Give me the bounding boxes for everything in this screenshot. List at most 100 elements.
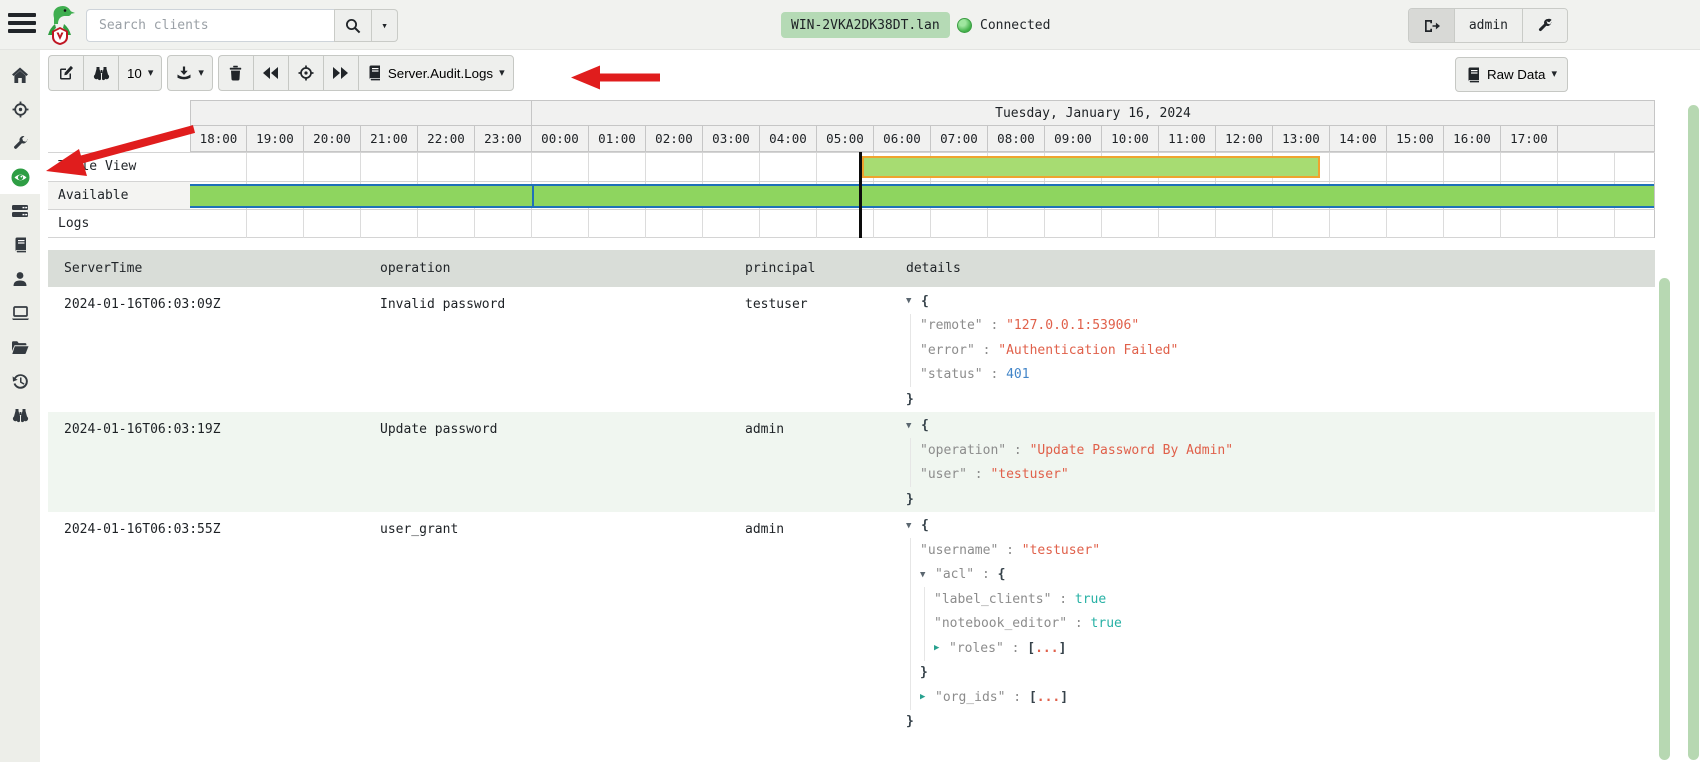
edit-notebook-button[interactable]	[48, 55, 83, 91]
timeline-tick: 04:00	[760, 125, 817, 152]
timeline-body[interactable]: Table View Available Logs	[48, 152, 1655, 238]
timeline-tick: 05:00	[817, 125, 874, 152]
column-header-operation[interactable]: operation	[380, 261, 745, 276]
connection-status-label: Connected	[980, 17, 1051, 33]
jump-forward-button[interactable]	[322, 55, 358, 91]
raw-data-label: Raw Data	[1486, 67, 1546, 82]
artifact-selector-label: Server.Audit.Logs	[387, 65, 494, 81]
timeline-tick: 21:00	[361, 125, 418, 152]
velociraptor-app: ▾ WIN-2VKA2DK38DT.lan Connected admin	[0, 0, 1700, 762]
timeline-tick: 08:00	[988, 125, 1045, 152]
chevron-down-icon: ▾	[198, 66, 204, 79]
json-collapse-icon[interactable]: ▼	[920, 570, 935, 580]
page-scrollbar[interactable]	[1688, 105, 1699, 760]
json-indent-guide	[906, 462, 920, 487]
timeline-tick: 18:00	[190, 125, 247, 152]
json-collapse-icon[interactable]: ▼	[906, 421, 921, 431]
cell-operation: Update password	[380, 421, 498, 437]
cell-server-time: 2024-01-16T06:03:55Z	[64, 521, 221, 537]
json-indent-guide	[906, 587, 920, 612]
json-key: "remote"	[920, 318, 983, 334]
timeline-row-grid[interactable]	[190, 181, 1655, 210]
table-row[interactable]: 2024-01-16T06:03:55Z user_grant admin ▼{"us…	[48, 511, 1655, 762]
settings-button[interactable]	[1523, 9, 1567, 42]
chevron-down-icon: ▾	[1551, 68, 1557, 80]
search-button[interactable]	[334, 9, 372, 42]
column-header-principal[interactable]: principal	[745, 261, 906, 276]
center-on-time-button[interactable]	[287, 55, 323, 91]
hamburger-menu-icon[interactable]	[8, 13, 36, 37]
timeline-cursor[interactable]	[859, 152, 863, 238]
json-line: }	[906, 660, 1655, 685]
json-line: ▶ "org_ids" : [...]	[906, 685, 1655, 710]
json-line: }	[906, 487, 1655, 512]
sidebar-item-notebooks[interactable]	[0, 228, 40, 262]
home-icon	[11, 67, 29, 84]
raw-data-dropdown[interactable]: Raw Data ▾	[1454, 57, 1568, 92]
rows-per-page-dropdown[interactable]: 10 ▾	[118, 55, 163, 91]
cell-details-json[interactable]: ▼{"operation" : "Update Password By Admi…	[906, 412, 1655, 512]
sidebar-item-users[interactable]	[0, 262, 40, 296]
cell-principal: admin	[745, 521, 785, 537]
download-dropdown[interactable]: ▾	[167, 55, 213, 91]
json-line: ▼{	[906, 414, 1655, 439]
timeline-tick: 23:00	[475, 125, 532, 152]
json-expand-icon[interactable]: ▶	[920, 692, 935, 702]
chevron-down-icon: ▾	[499, 66, 505, 79]
json-array-collapsed[interactable]: [	[1029, 690, 1037, 705]
json-key: "org_ids"	[935, 689, 1006, 705]
sidebar-item-client-flows[interactable]	[0, 364, 40, 398]
json-array-collapsed[interactable]: [	[1027, 641, 1035, 656]
json-collapse-icon[interactable]: ▼	[906, 296, 921, 306]
artifact-selector-dropdown[interactable]: Server.Audit.Logs ▾	[357, 55, 514, 91]
sidebar-item-virtual-filesystem[interactable]	[0, 330, 40, 364]
timeline-day-section: Tuesday, January 16, 2024	[532, 100, 1655, 125]
json-key: "acl"	[935, 567, 975, 583]
left-sidebar	[0, 50, 40, 762]
cell-server-time: 2024-01-16T06:03:09Z	[64, 297, 221, 312]
timeline-tick: 02:00	[646, 125, 703, 152]
json-line: "remote" : "127.0.0.1:53906"	[906, 313, 1655, 338]
search-options-dropdown[interactable]: ▾	[372, 9, 398, 42]
cell-details-json[interactable]: ▼{"username" : "testuser" ▼ "acl" : {"labe…	[906, 512, 1655, 762]
table-row[interactable]: 2024-01-16T06:03:19Z Update password admin…	[48, 411, 1655, 512]
sidebar-item-view-artifacts[interactable]	[0, 126, 40, 160]
sidebar-item-hunt-manager[interactable]	[0, 92, 40, 126]
sidebar-item-home[interactable]	[0, 58, 40, 92]
current-user-button[interactable]: admin	[1454, 9, 1523, 42]
sidebar-item-host-information[interactable]	[0, 296, 40, 330]
search-clients-input[interactable]	[86, 9, 334, 42]
client-search-group: ▾	[86, 9, 398, 42]
json-collapse-icon[interactable]: ▼	[906, 521, 921, 531]
connection-status: Connected	[957, 12, 1050, 38]
sidebar-item-server-events[interactable]	[0, 160, 40, 194]
column-header-servertime[interactable]: ServerTime	[64, 261, 380, 276]
event-timeline[interactable]: Tuesday, January 16, 2024 18:00 19:00 20:0…	[48, 100, 1655, 238]
timeline-tick: 13:00	[1273, 125, 1330, 152]
table-row[interactable]: 2024-01-16T06:03:09Z Invalid password test…	[48, 287, 1655, 412]
search-icon	[345, 18, 361, 34]
laptop-icon	[11, 305, 30, 321]
jump-backward-button[interactable]	[252, 55, 288, 91]
json-line: "operation" : "Update Password By Admin"	[906, 438, 1655, 463]
sidebar-item-search-hosts[interactable]	[0, 398, 40, 432]
timeline-tick: 03:00	[703, 125, 760, 152]
timeline-row-logs: Logs	[48, 209, 1655, 238]
timeline-tick: 14:00	[1330, 125, 1387, 152]
search-events-button[interactable]	[83, 55, 118, 91]
column-header-details[interactable]: details	[906, 261, 1655, 276]
timeline-row-grid[interactable]	[190, 210, 1655, 238]
json-value: true	[1074, 591, 1107, 607]
rows-per-page-value: 10	[127, 65, 142, 81]
hostname-text: WIN-2VKA2DK38DT.lan	[791, 17, 940, 33]
cell-details-json[interactable]: ▼{"remote" : "127.0.0.1:53906" "error" : …	[906, 287, 1655, 412]
sidebar-item-server-artifacts[interactable]	[0, 194, 40, 228]
table-scrollbar[interactable]	[1659, 278, 1670, 760]
timeline-bar-table-view[interactable]	[862, 156, 1320, 178]
logout-button[interactable]	[1408, 9, 1455, 42]
timeline-bar-available[interactable]	[190, 183, 1654, 208]
delete-events-button[interactable]	[217, 55, 253, 91]
timeline-row-grid[interactable]	[190, 153, 1655, 181]
json-expand-icon[interactable]: ▶	[934, 643, 949, 653]
timeline-tick: 19:00	[247, 125, 304, 152]
